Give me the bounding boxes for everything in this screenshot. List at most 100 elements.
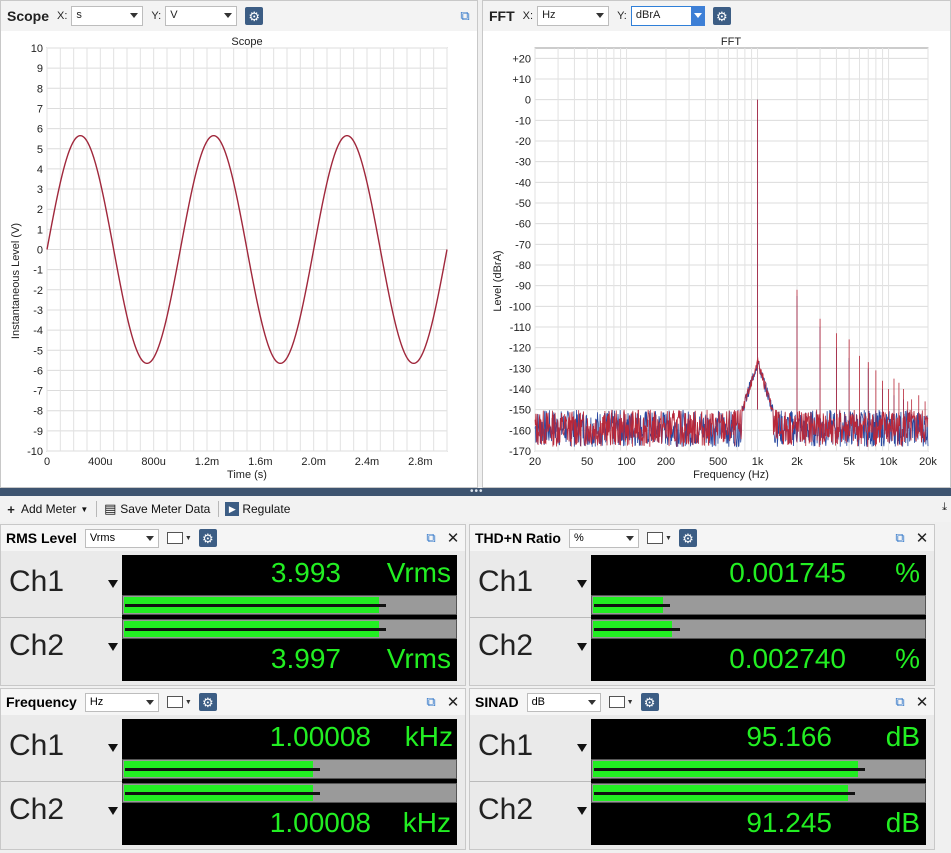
- scope-panel: Scope X: s Y: V ⚙ ⧉ Scope 10 9 8 7 6 5 4 3 2 1 0 -1…: [0, 0, 478, 488]
- graph-icon: [608, 696, 625, 708]
- channel-dropdown-icon[interactable]: [108, 643, 118, 651]
- meter-popout-button[interactable]: ⧉: [423, 694, 439, 710]
- meter-thdn: THD+N Ratio % ▼ ⚙ ⧉ ✕ Ch1 0.001745 % Ch2…: [469, 524, 935, 686]
- fft-x-tick: 5k: [843, 456, 855, 468]
- scope-y-tick: -4: [33, 325, 43, 337]
- scope-y-tick: 5: [37, 144, 43, 156]
- panel-splitter[interactable]: •••: [0, 487, 951, 497]
- fft-plot[interactable]: FFT +20 +10 0 -10 -20 -30 -40 -50 -60 -70 -80 -90 -1…: [483, 31, 951, 487]
- scope-x-tick: 2.8m: [408, 456, 432, 468]
- fft-y-select[interactable]: dBrA: [630, 6, 705, 26]
- channel-dropdown-icon[interactable]: [577, 807, 587, 815]
- fft-y-tick: -130: [509, 363, 531, 375]
- meter-close-button[interactable]: ✕: [914, 530, 930, 547]
- channel-dropdown-icon[interactable]: [108, 744, 118, 752]
- meter-graph-button[interactable]: ▼: [608, 695, 635, 709]
- channel-dropdown-icon[interactable]: [577, 580, 587, 588]
- meter-unit-select[interactable]: Hz: [84, 692, 159, 712]
- channel-dropdown-icon[interactable]: [108, 807, 118, 815]
- meter-settings-button[interactable]: ⚙: [198, 529, 217, 547]
- meter-unit: Vrms: [386, 557, 451, 588]
- fft-x-tick: 100: [617, 456, 635, 468]
- meter-readout: 1.00008 kHz: [122, 783, 457, 845]
- meter-unit-select[interactable]: %: [568, 528, 639, 548]
- meter-sinad: SINAD dB ▼ ⚙ ⧉ ✕ Ch1 95.166 dB Ch2 91.24…: [469, 688, 935, 850]
- fft-y-tick: -40: [515, 177, 531, 189]
- channel-dropdown-icon[interactable]: [108, 580, 118, 588]
- meter-peak-line: [594, 792, 856, 795]
- fft-settings-button[interactable]: ⚙: [712, 7, 731, 25]
- meter-popout-button[interactable]: ⧉: [892, 530, 908, 546]
- meter-popout-button[interactable]: ⧉: [423, 530, 439, 546]
- meter-readout: 0.002740 %: [591, 619, 926, 681]
- scope-y-tick: -7: [33, 386, 43, 398]
- close-icon: ✕: [446, 694, 460, 711]
- meter-close-button[interactable]: ✕: [914, 694, 930, 711]
- meter-titlebar: THD+N Ratio % ▼ ⚙: [470, 525, 934, 551]
- chevron-down-icon: ▼: [626, 698, 634, 706]
- toolbar-separator: [96, 501, 98, 517]
- meter-graph-button[interactable]: ▼: [166, 695, 193, 709]
- scope-settings-button[interactable]: ⚙: [245, 7, 264, 25]
- meter-unit-value: Vrms: [89, 531, 116, 544]
- meter-unit: %: [895, 643, 920, 674]
- graph-icon: [166, 696, 183, 708]
- fft-x-value: Hz: [542, 9, 556, 21]
- regulate-button[interactable]: ▶ Regulate: [225, 502, 290, 516]
- channel-dropdown-icon[interactable]: [577, 643, 587, 651]
- fft-x-tick: 50: [581, 456, 593, 468]
- meter-rms: RMS Level Vrms ▼ ⚙ ⧉ ✕ Ch1 3.993 Vrms Ch…: [0, 524, 466, 686]
- meter-value: 0.001745: [729, 557, 846, 588]
- fft-x-axis-label: Frequency (Hz): [693, 469, 769, 481]
- meter-peak-line: [594, 628, 681, 631]
- meter-settings-button[interactable]: ⚙: [678, 529, 697, 547]
- scope-popout-button[interactable]: ⧉: [457, 8, 473, 24]
- channel-label: Ch1: [9, 729, 65, 762]
- scope-x-select[interactable]: s: [71, 6, 144, 26]
- scope-x-tick: 2.0m: [301, 456, 325, 468]
- fft-y-tick: -70: [515, 239, 531, 251]
- channel-divider: [1, 617, 122, 618]
- close-icon: ✕: [446, 530, 460, 547]
- toolbar-separator: [218, 501, 220, 517]
- fft-x-tick: 20k: [919, 456, 937, 468]
- meter-close-button[interactable]: ✕: [445, 530, 461, 547]
- fft-y-tick: -90: [515, 281, 531, 293]
- fft-y-tick: -10: [515, 115, 531, 127]
- scope-y-tick: 10: [31, 43, 43, 55]
- meter-unit-select[interactable]: dB: [526, 692, 601, 712]
- scope-y-tick: 7: [37, 103, 43, 115]
- graph-icon: [166, 532, 183, 544]
- scope-y-select[interactable]: V: [165, 6, 238, 26]
- gear-icon: ⚙: [716, 8, 728, 24]
- play-icon: ▶: [225, 502, 240, 516]
- meter-popout-button[interactable]: ⧉: [892, 694, 908, 710]
- save-meter-data-label: Save Meter Data: [120, 502, 211, 516]
- meter-settings-button[interactable]: ⚙: [198, 693, 217, 711]
- meter-graph-button[interactable]: ▼: [166, 531, 193, 545]
- save-meter-data-button[interactable]: ▤ Save Meter Data: [103, 501, 211, 516]
- meter-title: SINAD: [475, 694, 519, 710]
- fft-y-tick: -120: [509, 343, 531, 355]
- meter-value: 0.002740: [729, 643, 846, 674]
- meter-unit-select[interactable]: Vrms: [84, 528, 159, 548]
- fft-y-tick: -80: [515, 260, 531, 272]
- meter-close-button[interactable]: ✕: [445, 694, 461, 711]
- meter-graph-button[interactable]: ▼: [646, 531, 673, 545]
- fft-y-tick: -110: [510, 322, 531, 334]
- scope-x-tick: 1.2m: [195, 456, 219, 468]
- meter-settings-button[interactable]: ⚙: [640, 693, 659, 711]
- channel-dropdown-icon[interactable]: [577, 744, 587, 752]
- add-meter-button[interactable]: + Add Meter ▼: [4, 502, 88, 517]
- download-icon[interactable]: ⤓: [942, 501, 947, 514]
- fft-x-tick: 10k: [880, 456, 898, 468]
- fft-x-select[interactable]: Hz: [537, 6, 610, 26]
- meter-level-bar: [122, 595, 457, 615]
- gear-icon: ⚙: [682, 530, 694, 546]
- scope-plot[interactable]: Scope 109876543210-1-2-3-4-5-6-7-8-9-10 …: [1, 31, 479, 487]
- gear-icon: ⚙: [248, 8, 261, 24]
- chevron-down-icon: ▼: [184, 698, 192, 706]
- meter-unit: dB: [885, 807, 920, 838]
- save-icon: ▤: [104, 501, 117, 516]
- channel-label: Ch2: [9, 629, 65, 662]
